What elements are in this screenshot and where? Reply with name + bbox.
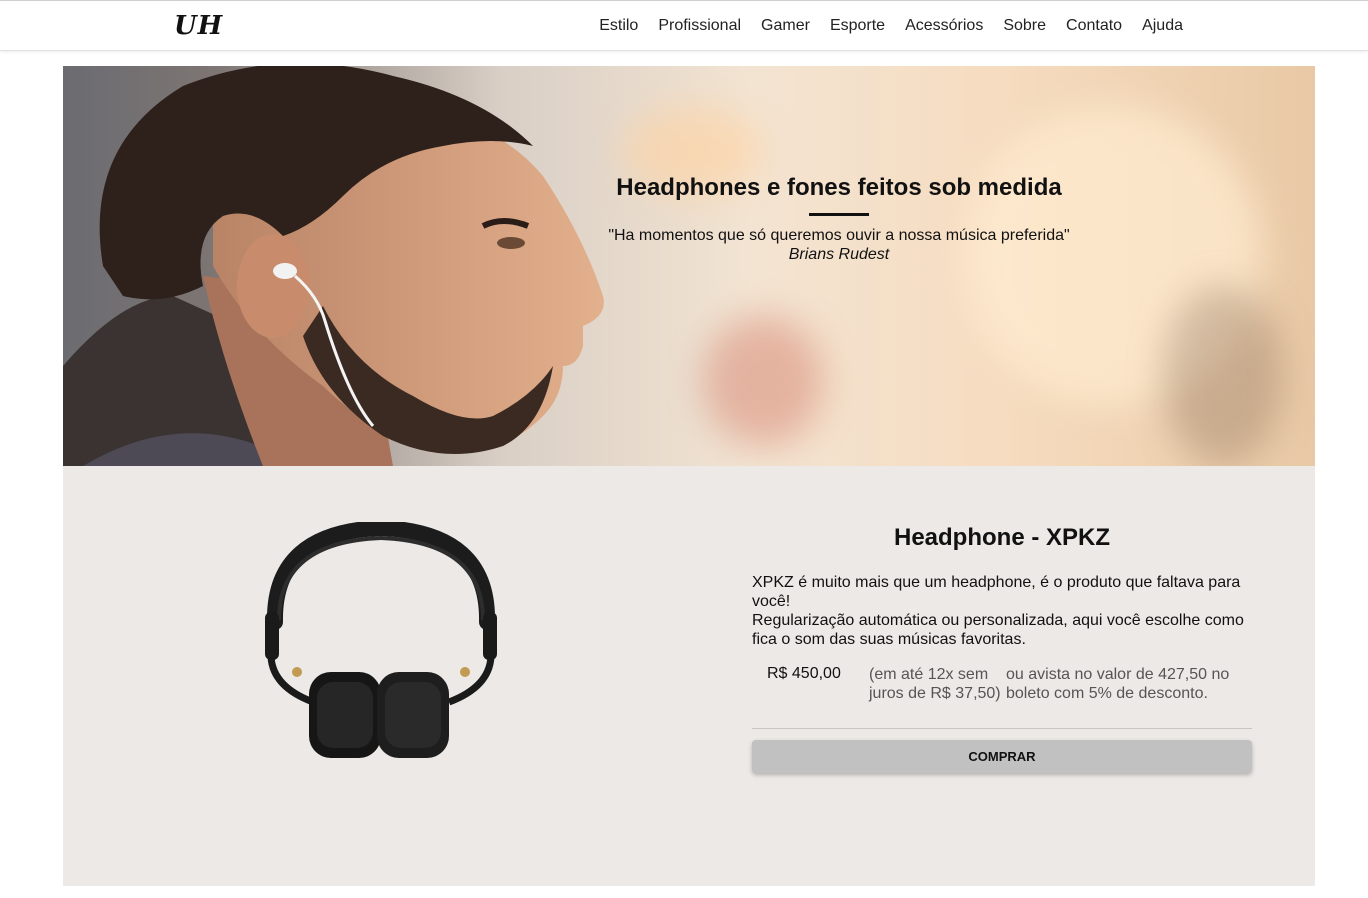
headphone-product-image	[265, 522, 497, 758]
product-title: Headphone - XPKZ	[893, 524, 1110, 551]
nav-item-profissional[interactable]: Profissional	[658, 17, 741, 35]
nav-item-estilo[interactable]: Estilo	[599, 17, 638, 35]
hero-divider	[809, 213, 869, 216]
nav-item-sobre[interactable]: Sobre	[1003, 17, 1046, 35]
hero-bokeh	[1163, 286, 1283, 466]
hero-banner: Headphones e fones feitos sob medida "Ha…	[63, 66, 1315, 466]
product-divider	[752, 728, 1252, 729]
nav-item-acessorios[interactable]: Acessórios	[905, 17, 983, 35]
hero-bokeh	[703, 316, 823, 446]
main-nav: Estilo Profissional Gamer Esporte Acessó…	[599, 17, 1183, 35]
product-section: Headphone - XPKZ XPKZ é muito mais que u…	[63, 466, 1315, 886]
product-cash-offer: ou avista no valor de 427,50 no boleto c…	[1006, 666, 1230, 702]
hero-title: Headphones e fones feitos sob medida	[616, 174, 1062, 201]
nav-item-gamer[interactable]: Gamer	[761, 17, 810, 35]
product-description-line: Regularização automática ou personalizad…	[752, 612, 1244, 648]
nav-item-ajuda[interactable]: Ajuda	[1142, 17, 1183, 35]
nav-item-contato[interactable]: Contato	[1066, 17, 1122, 35]
hero-quote: "Ha momentos que só queremos ouvir a nos…	[608, 227, 1070, 244]
navbar: UH Estilo Profissional Gamer Esporte Ace…	[0, 0, 1368, 51]
product-description-line: XPKZ é muito mais que um headphone, é o …	[752, 574, 1241, 610]
product-price: R$ 450,00	[767, 665, 841, 682]
hero-photo-person	[63, 66, 604, 466]
product-installments: (em até 12x sem juros de R$ 37,50)	[869, 666, 1001, 702]
hero-quote-author: Brians Rudest	[788, 246, 890, 263]
product-description: XPKZ é muito mais que um headphone, é o …	[752, 573, 1252, 649]
site-logo[interactable]: UH	[174, 11, 223, 41]
buy-button[interactable]: COMPRAR	[752, 740, 1252, 773]
nav-item-esporte[interactable]: Esporte	[830, 17, 885, 35]
